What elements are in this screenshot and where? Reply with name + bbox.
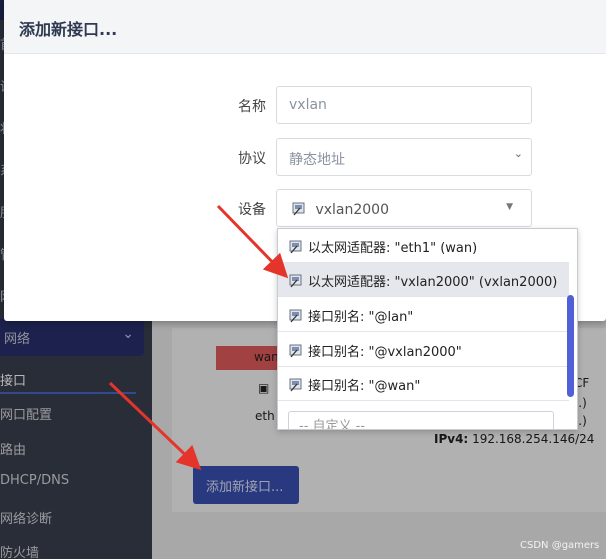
annotation-arrows bbox=[108, 204, 289, 471]
watermark: CSDN @gamers bbox=[520, 540, 600, 551]
arrow-to-dropdown-option bbox=[216, 204, 289, 279]
arrow-to-add-button bbox=[108, 381, 202, 471]
